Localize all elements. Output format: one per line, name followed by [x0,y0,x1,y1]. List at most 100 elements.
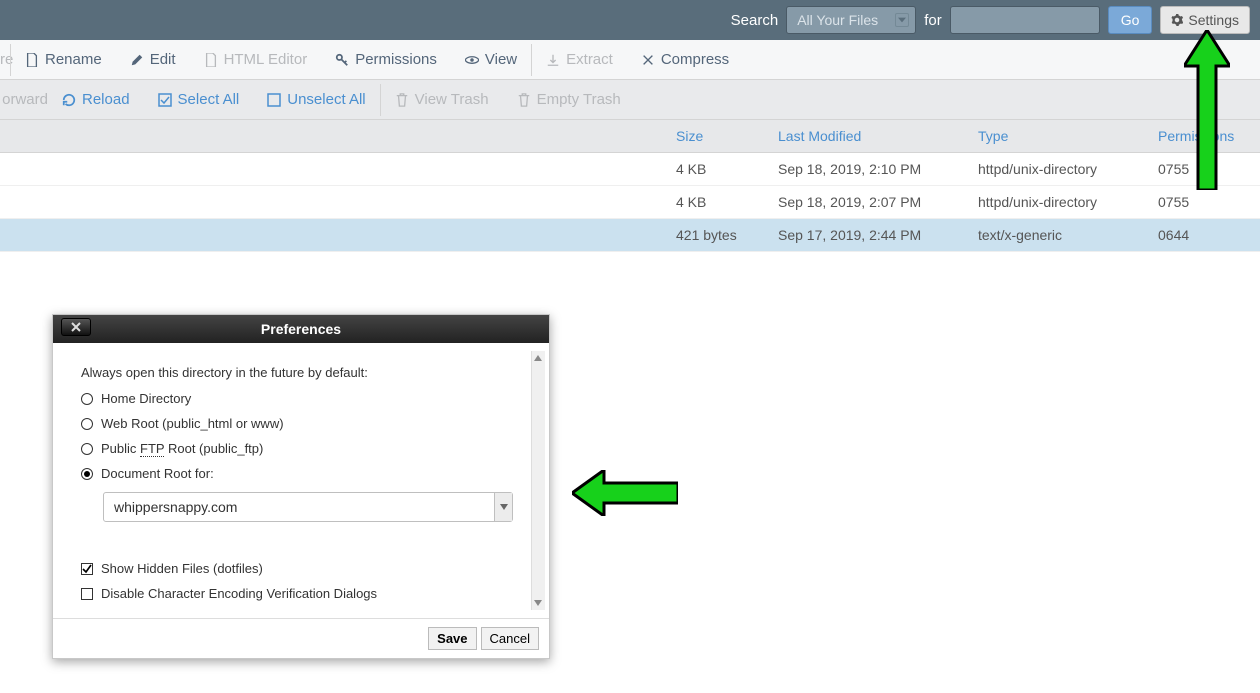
checkbox-empty-icon [267,93,281,107]
edit-button[interactable]: Edit [116,40,190,79]
reload-label: Reload [82,91,130,108]
pencil-icon [130,53,144,67]
radio-icon [81,418,93,430]
cell-modified: Sep 18, 2019, 2:10 PM [770,161,970,177]
compress-label: Compress [661,51,729,68]
table-row[interactable]: 4 KB Sep 18, 2019, 2:10 PM httpd/unix-di… [0,153,1260,186]
radio-ftp[interactable]: Public FTP Root (public_ftp) [81,436,521,461]
header-modified[interactable]: Last Modified [770,128,970,144]
domain-select[interactable]: whippersnappy.com [103,492,513,522]
radio-ftp-label: Public FTP Root (public_ftp) [101,441,263,456]
cell-perms: 0755 [1150,194,1260,210]
permissions-label: Permissions [355,51,437,68]
search-scope-select[interactable]: All Your Files [786,6,916,34]
radio-home-label: Home Directory [101,391,191,406]
reload-icon [62,93,76,107]
cell-type: httpd/unix-directory [970,161,1150,177]
intro-text: Always open this directory in the future… [81,365,521,380]
checkbox-show-hidden[interactable]: Show Hidden Files (dotfiles) [81,556,521,581]
rename-button[interactable]: Rename [11,40,116,79]
cancel-button[interactable]: Cancel [481,627,539,650]
html-editor-label: HTML Editor [224,51,308,68]
checkbox-icon [81,563,93,575]
cell-modified: Sep 18, 2019, 2:07 PM [770,194,970,210]
rename-label: Rename [45,51,102,68]
toolbar-primary: re Rename Edit HTML Editor Permissions V… [0,40,1260,80]
gear-icon [1171,14,1183,26]
checkbox-checked-icon [158,93,172,107]
cell-modified: Sep 17, 2019, 2:44 PM [770,227,970,243]
close-icon [71,322,81,332]
cell-size: 4 KB [668,194,770,210]
annotation-arrow-left-icon [572,470,678,516]
radio-icon [81,393,93,405]
preferences-modal: Preferences Always open this directory i… [52,314,550,659]
file-table: Size Last Modified Type Permissions 4 KB… [0,120,1260,252]
radio-webroot[interactable]: Web Root (public_html or www) [81,411,521,436]
view-trash-label: View Trash [415,91,489,108]
settings-button-label: Settings [1188,12,1239,28]
scroll-down-icon[interactable] [531,596,545,610]
unselect-all-label: Unselect All [287,91,365,108]
checkbox-show-hidden-label: Show Hidden Files (dotfiles) [101,561,263,576]
toolbar-cutoff-text: re [0,40,10,79]
radio-docroot[interactable]: Document Root for: [81,461,521,486]
toolbar-secondary: orward Reload Select All Unselect All Vi… [0,80,1260,120]
checkbox-icon [81,588,93,600]
modal-footer: Save Cancel [53,618,549,658]
eye-icon [465,53,479,67]
for-label: for [924,12,942,29]
go-button[interactable]: Go [1108,6,1153,34]
permissions-button[interactable]: Permissions [321,40,451,79]
cell-size: 4 KB [668,161,770,177]
modal-body: Always open this directory in the future… [53,343,549,618]
annotation-arrow-up-icon [1184,30,1230,190]
extract-icon [546,53,560,67]
search-input[interactable] [950,6,1100,34]
html-editor-button: HTML Editor [190,40,322,79]
empty-trash-button[interactable]: Empty Trash [503,80,635,119]
select-all-button[interactable]: Select All [144,80,254,119]
view-label: View [485,51,517,68]
edit-label: Edit [150,51,176,68]
scroll-up-icon[interactable] [531,351,545,365]
key-icon [335,53,349,67]
chevron-down-icon [895,13,909,27]
radio-home[interactable]: Home Directory [81,386,521,411]
header-type[interactable]: Type [970,128,1150,144]
select-all-label: Select All [178,91,240,108]
unselect-all-button[interactable]: Unselect All [253,80,379,119]
checkbox-disable-encoding-label: Disable Character Encoding Verification … [101,586,377,601]
domain-select-value: whippersnappy.com [114,499,237,515]
search-scope-value: All Your Files [797,12,878,28]
close-button[interactable] [61,318,91,336]
cell-perms: 0644 [1150,227,1260,243]
trash-icon [517,93,531,107]
file-icon [25,53,39,67]
table-row[interactable]: 4 KB Sep 18, 2019, 2:07 PM httpd/unix-di… [0,186,1260,219]
extract-label: Extract [566,51,613,68]
view-button[interactable]: View [451,40,531,79]
table-header-row: Size Last Modified Type Permissions [0,120,1260,153]
checkbox-disable-encoding[interactable]: Disable Character Encoding Verification … [81,581,521,606]
code-file-icon [204,53,218,67]
empty-trash-label: Empty Trash [537,91,621,108]
view-trash-button[interactable]: View Trash [381,80,503,119]
modal-titlebar[interactable]: Preferences [53,315,549,343]
cell-size: 421 bytes [668,227,770,243]
compress-button[interactable]: Compress [627,40,743,79]
header-size[interactable]: Size [668,128,770,144]
trash-icon [395,93,409,107]
modal-title: Preferences [261,321,341,337]
radio-icon [81,468,93,480]
scrollbar[interactable] [531,351,545,610]
compress-icon [641,53,655,67]
extract-button: Extract [532,40,627,79]
table-row[interactable]: 421 bytes Sep 17, 2019, 2:44 PM text/x-g… [0,219,1260,252]
save-button[interactable]: Save [428,627,476,650]
cell-type: httpd/unix-directory [970,194,1150,210]
cell-type: text/x-generic [970,227,1150,243]
chevron-down-icon [494,493,512,521]
reload-button[interactable]: Reload [48,80,144,119]
radio-docroot-label: Document Root for: [101,466,214,481]
